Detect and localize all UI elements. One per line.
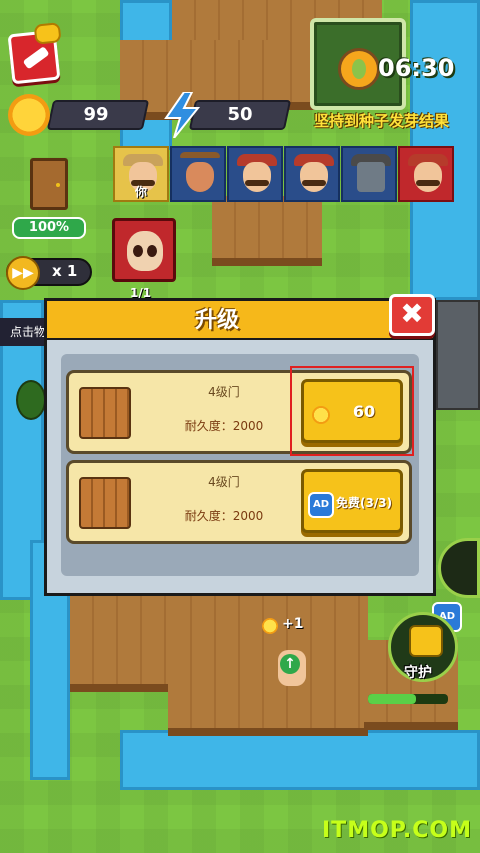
ad-icon: AD (308, 492, 334, 518)
mustache (302, 180, 326, 186)
guard-progress-bar (368, 694, 448, 704)
face (300, 162, 328, 192)
self-label: 你 (135, 185, 148, 199)
objective-text: 坚持到种子发芽结果 (314, 112, 450, 130)
free-ad-upgrade-button[interactable]: AD 免费(3/3) (301, 469, 403, 533)
close-button[interactable]: ✖ (389, 294, 435, 336)
dirt-path (168, 596, 368, 736)
player-portrait-self[interactable]: 你 (113, 146, 169, 202)
back-button[interactable] (7, 22, 62, 85)
door-durability: 耐久度：2000 (184, 509, 264, 523)
player-portrait-farmer[interactable] (284, 146, 340, 202)
energy-count: 50 (227, 104, 253, 125)
hint-tab[interactable]: 点击物 (0, 318, 46, 346)
progress-fill (368, 694, 416, 704)
player-portrait-farmer[interactable] (227, 146, 283, 202)
skull-card[interactable] (112, 218, 176, 282)
sun-icon (8, 94, 50, 136)
plant-icon[interactable] (16, 380, 46, 420)
mustache (245, 180, 269, 186)
speed-toggle-button[interactable]: ▶▶ (6, 256, 92, 290)
river (120, 730, 480, 790)
free-upgrade-label: 免费(3/3) (336, 496, 393, 510)
dialog-title: 升级 (194, 308, 239, 333)
lightning-icon (164, 92, 201, 138)
door-durability: 耐久度：2000 (184, 419, 264, 433)
door-health-badge: 100% (12, 217, 86, 239)
face (243, 162, 271, 192)
player-portrait-robot[interactable] (341, 146, 397, 202)
sun-icon (262, 618, 278, 634)
face (186, 162, 214, 192)
player-portrait-deer[interactable] (170, 146, 226, 202)
shield-gem-icon (409, 625, 443, 657)
sun-gain-label: +1 (282, 616, 304, 632)
antlers (180, 152, 220, 158)
player-portrait-enemy[interactable] (398, 146, 454, 202)
back-arrow-icon (22, 46, 50, 70)
wooden-door-icon (79, 387, 131, 439)
watermark: ITMOP.COM (322, 818, 472, 843)
door-level: 4级门 (208, 475, 240, 489)
sun-count: 99 (83, 104, 109, 125)
skull-icon (127, 231, 163, 271)
beard (416, 180, 440, 186)
player-character[interactable]: ↑ (270, 636, 312, 692)
face (414, 162, 442, 192)
upgrade-row: 4级门 耐久度：2000 AD 免费(3/3) (66, 460, 412, 544)
seed-icon (338, 48, 380, 90)
wooden-door-icon (79, 477, 131, 529)
upgrade-arrow-icon: ↑ (280, 654, 300, 674)
speed-label: x 1 (52, 262, 78, 280)
door-level: 4级门 (208, 385, 240, 399)
tutorial-highlight-frame (290, 366, 414, 456)
fast-forward-icon: ▶▶ (6, 256, 40, 290)
stone-tower (436, 300, 480, 410)
dirt-path (70, 596, 170, 692)
face (357, 162, 385, 192)
gamepad-icon (33, 22, 62, 45)
dirt-path (212, 196, 322, 266)
guard-label: 守护 (404, 665, 432, 681)
dialog-header: 升级 (44, 298, 436, 342)
countdown-timer: 06:30 (378, 54, 455, 82)
door-icon[interactable] (30, 158, 68, 210)
player-portrait-row: 你 (113, 146, 454, 202)
